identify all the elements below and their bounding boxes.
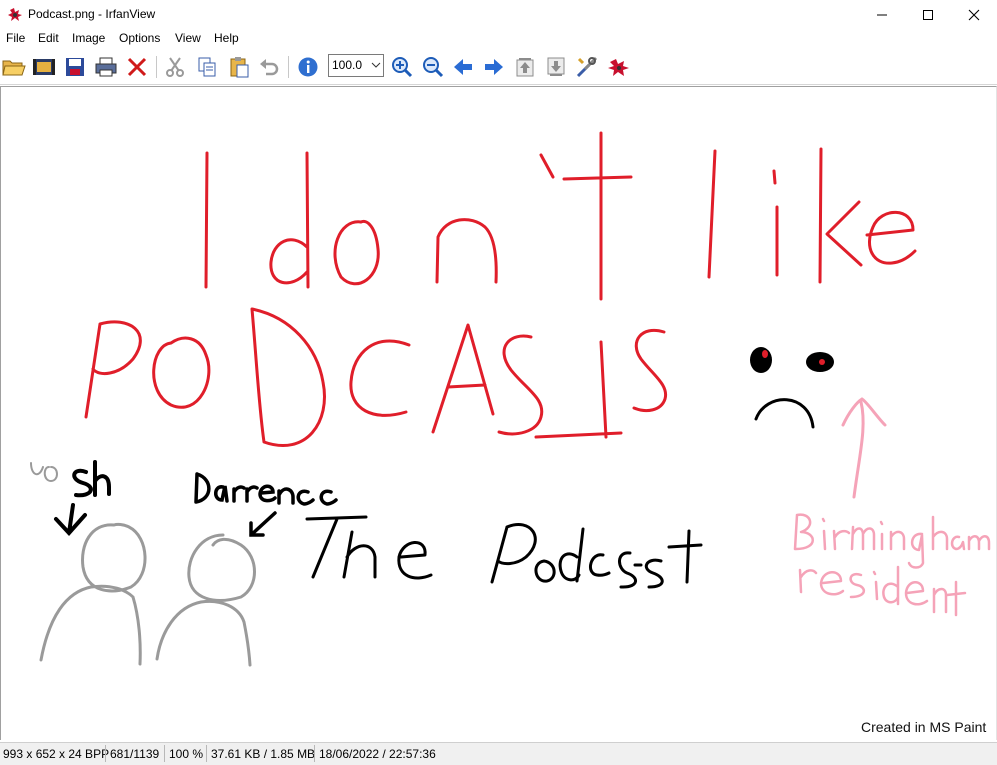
toolbar: 100.0	[0, 50, 997, 85]
open-button[interactable]	[1, 54, 27, 80]
open-folder-icon	[2, 60, 26, 76]
headline-i-dont-like	[204, 131, 917, 301]
credit-text: Created in MS Paint	[861, 719, 987, 735]
info-icon	[298, 57, 318, 77]
birmingham-annotation-arrow	[841, 397, 887, 499]
save-icon	[66, 58, 84, 76]
exit-icon	[608, 59, 629, 76]
window-title: Podcast.png - IrfanView	[28, 7, 156, 21]
previous-icon	[454, 59, 472, 75]
darrence-figure	[155, 533, 256, 667]
menu-edit[interactable]: Edit	[38, 31, 59, 45]
print-button[interactable]	[93, 54, 119, 80]
birmingham-resident-text	[793, 513, 991, 617]
properties-icon	[576, 56, 598, 78]
zoom-in-icon	[392, 57, 413, 78]
darrence-label	[194, 472, 338, 537]
josh-label	[30, 460, 111, 536]
undo-icon	[260, 59, 279, 76]
delete-icon	[127, 57, 147, 77]
undo-button[interactable]	[256, 54, 282, 80]
zoom-out-icon	[423, 57, 444, 78]
status-bar: 993 x 652 x 24 BPP 681/1139 100 % 37.61 …	[0, 742, 997, 765]
delete-button[interactable]	[124, 54, 150, 80]
status-position: 681/1139	[110, 747, 160, 761]
paste-icon	[230, 57, 249, 78]
status-dimensions: 993 x 652 x 24 BPP	[3, 747, 110, 761]
copy-icon	[198, 57, 216, 77]
zoom-select[interactable]: 100.0	[328, 54, 384, 77]
title-bar: Podcast.png - IrfanView	[0, 0, 997, 29]
last-file-icon	[547, 57, 565, 76]
first-file-icon	[516, 58, 534, 77]
cut-icon	[166, 57, 184, 77]
last-file-button[interactable]	[543, 54, 569, 80]
menu-image[interactable]: Image	[72, 31, 105, 45]
status-separator	[314, 745, 315, 762]
menu-file[interactable]: File	[6, 31, 25, 45]
menu-help[interactable]: Help	[214, 31, 239, 45]
paste-button[interactable]	[226, 54, 252, 80]
next-icon	[485, 59, 503, 75]
status-zoom: 100 %	[169, 747, 204, 761]
print-icon	[95, 57, 117, 77]
the-podcast-title	[305, 515, 703, 589]
copy-button[interactable]	[194, 54, 220, 80]
sad-face	[750, 347, 834, 429]
chevron-down-icon	[371, 62, 381, 68]
minimize-button[interactable]	[859, 0, 905, 29]
minimize-icon	[877, 14, 887, 15]
maximize-icon	[923, 9, 933, 20]
previous-file-button[interactable]	[450, 54, 476, 80]
menu-bar: File Edit Image Options View Help	[0, 29, 997, 49]
properties-button[interactable]	[574, 54, 600, 80]
image-canvas[interactable]: Created in MS Paint	[0, 86, 997, 740]
menu-view[interactable]: View	[175, 31, 201, 45]
zoom-out-button[interactable]	[420, 54, 446, 80]
first-file-button[interactable]	[512, 54, 538, 80]
irfanview-app-icon	[8, 8, 22, 21]
toolbar-separator	[288, 56, 289, 78]
zoom-value: 100.0	[332, 58, 363, 72]
status-separator	[105, 745, 106, 762]
close-icon	[968, 9, 980, 20]
zoom-in-button[interactable]	[389, 54, 415, 80]
slideshow-button[interactable]	[31, 54, 57, 80]
exit-button[interactable]	[606, 54, 632, 80]
cut-button[interactable]	[162, 54, 188, 80]
next-file-button[interactable]	[481, 54, 507, 80]
toolbar-separator	[156, 56, 157, 78]
josh-figure	[39, 522, 147, 666]
info-button[interactable]	[295, 54, 321, 80]
save-button[interactable]	[62, 54, 88, 80]
status-datetime: 18/06/2022 / 22:57:36	[319, 747, 436, 761]
podcast-drawing	[30, 131, 991, 667]
slideshow-icon	[33, 59, 55, 75]
menu-options[interactable]: Options	[119, 31, 160, 45]
status-separator	[164, 745, 165, 762]
maximize-button[interactable]	[905, 0, 951, 29]
status-separator	[206, 745, 207, 762]
headline-podcasts	[84, 307, 668, 448]
close-button[interactable]	[951, 0, 997, 29]
status-size: 37.61 KB / 1.85 MB	[211, 747, 316, 761]
